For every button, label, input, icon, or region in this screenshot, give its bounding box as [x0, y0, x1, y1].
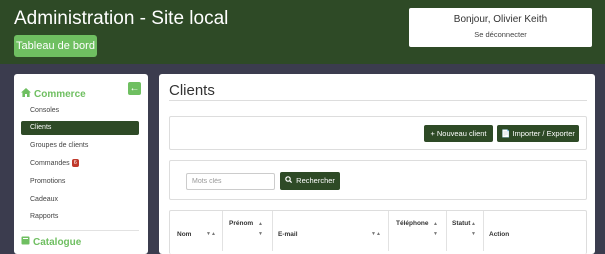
clients-table-header: Nom ▼▲ Prénom ▲ ▼ E-mail ▼▲ Téléphone ▲ …	[169, 210, 587, 254]
sidebar-item-consoles[interactable]: Consoles	[21, 104, 139, 118]
column-divider	[222, 211, 223, 251]
sort-email-icon[interactable]: ▼▲	[371, 231, 381, 237]
home-icon	[21, 88, 31, 100]
sort-telephone-up-icon[interactable]: ▲	[433, 221, 438, 227]
column-header-email[interactable]: E-mail	[278, 231, 298, 238]
column-header-statut[interactable]: Statut	[452, 220, 470, 227]
logout-link[interactable]: Se déconnecter	[409, 30, 592, 39]
sidebar-item-label: Commandes	[30, 160, 70, 167]
sidebar-item-label: Promotions	[30, 178, 66, 185]
top-header: Administration - Site local Tableau de b…	[0, 0, 605, 64]
file-icon: 📄	[501, 129, 511, 138]
page-title: Clients	[169, 82, 215, 99]
column-header-action: Action	[489, 231, 510, 238]
book-icon	[21, 236, 30, 248]
search-input[interactable]	[186, 173, 275, 190]
sidebar-item-label: Cadeaux	[30, 196, 59, 203]
app-title: Administration - Site local	[14, 8, 229, 29]
sidebar-item-label: Consoles	[30, 107, 60, 114]
column-header-nom[interactable]: Nom	[177, 231, 191, 238]
sidebar-item-rapports[interactable]: Rapports	[21, 210, 139, 224]
sidebar-section-catalogue[interactable]: Catalogue	[21, 236, 81, 248]
import-export-label: Importer / Exporter	[512, 129, 575, 138]
column-divider	[446, 211, 447, 251]
sidebar-item-groupes-de-clients[interactable]: Groupes de clients	[21, 139, 139, 153]
sort-telephone-down-icon[interactable]: ▼	[433, 231, 438, 237]
sidebar-item-commandes[interactable]: Commandes 6	[21, 157, 139, 171]
arrow-left-icon[interactable]: ←	[128, 82, 141, 95]
sidebar-divider	[21, 230, 139, 231]
new-client-label: Nouveau client	[436, 129, 487, 138]
sort-statut-up-icon[interactable]: ▲	[471, 221, 476, 227]
user-greeting: Bonjour, Olivier Keith	[453, 14, 548, 25]
sort-nom-icon[interactable]: ▼▲	[206, 231, 216, 237]
sidebar-item-label: Clients	[30, 124, 52, 131]
sidebar-section-commerce[interactable]: Commerce	[21, 88, 86, 100]
column-header-prenom[interactable]: Prénom	[229, 220, 253, 227]
user-box: Bonjour, Olivier Keith Se déconnecter	[409, 8, 592, 47]
search-icon	[285, 176, 294, 185]
sidebar-item-clients[interactable]: Clients	[21, 121, 139, 135]
column-divider	[483, 211, 484, 251]
column-header-telephone[interactable]: Téléphone	[396, 220, 429, 227]
new-client-button[interactable]: + Nouveau client	[424, 125, 493, 142]
search-panel: Rechercher	[169, 160, 587, 200]
orders-count-badge: 6	[71, 159, 79, 167]
column-divider	[272, 211, 273, 251]
search-label: Rechercher	[296, 176, 335, 185]
plus-icon: +	[430, 129, 435, 138]
sidebar-item-label: Groupes de clients	[30, 142, 89, 149]
dashboard-button[interactable]: Tableau de bord	[14, 35, 97, 57]
title-divider	[169, 100, 587, 101]
main-content: Clients + Nouveau client 📄 Importer / Expo…	[159, 74, 595, 254]
search-button[interactable]: Rechercher	[280, 172, 340, 190]
sort-statut-down-icon[interactable]: ▼	[471, 231, 476, 237]
sidebar: ← Commerce Consoles Clients Groupes de c…	[14, 74, 148, 254]
sort-prenom-down-icon[interactable]: ▼	[258, 231, 263, 237]
sort-prenom-up-icon[interactable]: ▲	[258, 221, 263, 227]
sidebar-item-promotions[interactable]: Promotions	[21, 175, 139, 189]
commerce-title: Commerce	[34, 89, 86, 100]
sidebar-item-cadeaux[interactable]: Cadeaux	[21, 193, 139, 207]
column-divider	[388, 211, 389, 251]
catalogue-title: Catalogue	[33, 237, 82, 248]
actions-panel: + Nouveau client 📄 Importer / Exporter	[169, 116, 587, 150]
sidebar-item-label: Rapports	[30, 213, 59, 220]
import-export-button[interactable]: 📄 Importer / Exporter	[497, 125, 579, 142]
